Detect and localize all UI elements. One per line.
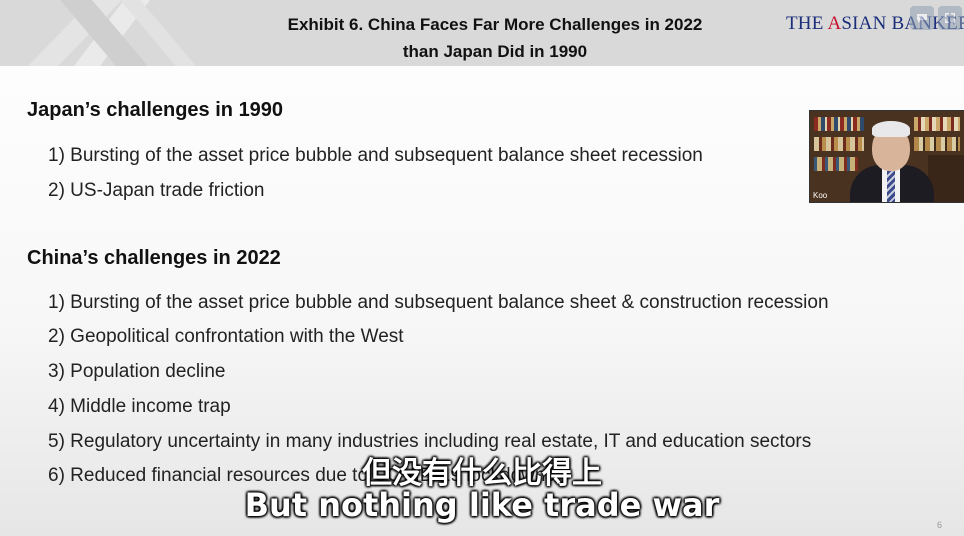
bookshelf-row (814, 157, 858, 171)
japan-heading: Japan’s challenges in 1990 (27, 99, 284, 121)
slide-title-line1: Exhibit 6. China Faces Far More Challeng… (287, 15, 703, 34)
bookshelf-row (814, 117, 864, 131)
header-decoration (28, 0, 196, 66)
video-name-label: Koo (813, 191, 828, 200)
japan-item: 2) US-Japan trade friction (48, 180, 265, 201)
bookshelf-row (814, 137, 864, 151)
china-item: 3) Population decline (48, 361, 226, 382)
china-heading: China’s challenges in 2022 (27, 247, 281, 269)
japan-item: 1) Bursting of the asset price bubble an… (48, 145, 703, 166)
corner-controls (910, 6, 962, 30)
slide-title: Exhibit 6. China Faces Far More Challeng… (200, 11, 790, 65)
page-number: 6 (936, 520, 942, 530)
china-item: 2) Geopolitical confrontation with the W… (48, 326, 404, 347)
chat-icon[interactable] (910, 6, 934, 30)
bookshelf-row (914, 117, 960, 131)
subtitle-english: But nothing like trade war (244, 486, 720, 524)
brand-prefix: THE (786, 13, 828, 34)
slide-title-line2: than Japan Did in 1990 (402, 42, 588, 61)
china-item: 4) Middle income trap (48, 396, 231, 417)
bookshelf-row (914, 137, 960, 151)
brand-accent: A (827, 13, 842, 34)
china-item: 1) Bursting of the asset price bubble an… (48, 292, 829, 313)
speaker-video: Koo (809, 110, 964, 203)
expand-icon[interactable] (938, 6, 962, 30)
slide-header: Exhibit 6. China Faces Far More Challeng… (0, 0, 964, 66)
speaker-tie (887, 171, 895, 202)
speaker-hair (872, 121, 910, 137)
